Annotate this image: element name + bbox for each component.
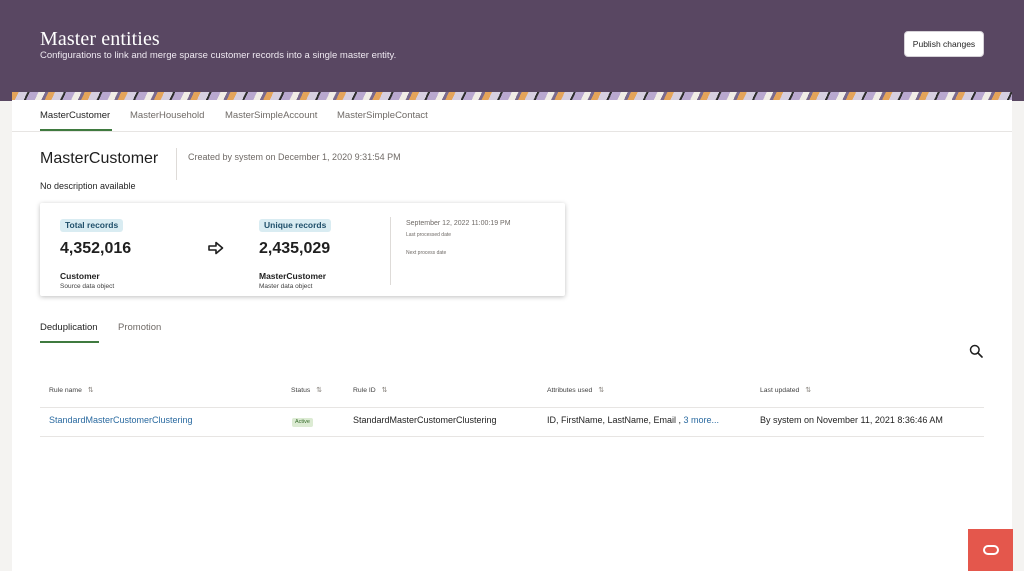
sort-icon[interactable]: ⇅	[88, 387, 94, 394]
sort-icon[interactable]: ⇅	[316, 387, 322, 394]
column-header-label: Rule name	[49, 387, 82, 394]
tab-mastercustomer[interactable]: MasterCustomer	[40, 110, 110, 121]
tab-deduplication[interactable]: Deduplication	[40, 322, 98, 333]
title-divider	[176, 148, 177, 180]
column-header-last-updated[interactable]: Last updated ⇅	[760, 386, 811, 394]
page-subtitle: Configurations to link and merge sparse …	[40, 50, 397, 61]
entity-title: MasterCustomer	[40, 150, 159, 167]
last-updated-cell: By system on November 11, 2021 8:36:46 A…	[760, 415, 943, 425]
stats-divider	[390, 217, 391, 285]
active-subtab-indicator	[40, 341, 99, 343]
arrow-right-icon	[208, 241, 224, 255]
sort-icon[interactable]: ⇅	[382, 387, 388, 394]
column-header-rule-id[interactable]: Rule ID ⇅	[353, 386, 388, 394]
unique-records-badge: Unique records	[259, 219, 332, 232]
master-object-name: MasterCustomer	[259, 271, 327, 281]
active-tab-indicator	[40, 129, 112, 131]
attributes-cell: ID, FirstName, LastName, Email , 3 more.…	[547, 415, 719, 425]
entity-description: No description available	[40, 181, 136, 191]
column-header-label: Last updated	[760, 387, 800, 394]
rule-id-cell: StandardMasterCustomerClustering	[353, 415, 497, 425]
column-header-label: Attributes used	[547, 387, 593, 394]
last-processed-label: Last processed date	[406, 232, 452, 238]
attributes-text: ID, FirstName, LastName, Email ,	[547, 415, 682, 425]
total-records-value: 4,352,016	[60, 240, 132, 257]
source-object-name: Customer	[60, 271, 100, 281]
column-header-rule-name[interactable]: Rule name ⇅	[49, 386, 94, 394]
tab-promotion[interactable]: Promotion	[118, 322, 161, 333]
tab-masterhousehold[interactable]: MasterHousehold	[130, 110, 204, 121]
attributes-more-link[interactable]: 3 more...	[684, 415, 720, 425]
page-title: Master entities	[40, 28, 160, 50]
entity-tabs: MasterCustomer MasterHousehold MasterSim…	[12, 100, 1012, 132]
next-process-label: Next process date	[406, 250, 447, 256]
column-header-attributes[interactable]: Attributes used ⇅	[547, 386, 604, 394]
rule-name-link[interactable]: StandardMasterCustomerClustering	[49, 415, 193, 425]
publish-changes-button[interactable]: Publish changes	[904, 31, 984, 57]
table-row-divider	[40, 436, 984, 437]
total-records-badge: Total records	[60, 219, 124, 232]
search-icon[interactable]	[969, 344, 983, 358]
sort-icon[interactable]: ⇅	[598, 387, 604, 394]
last-processed-date: September 12, 2022 11:00:19 PM	[406, 220, 511, 227]
created-by-text: Created by system on December 1, 2020 9:…	[188, 152, 401, 162]
table-header-divider	[40, 407, 984, 408]
column-header-label: Status	[291, 387, 311, 394]
tab-mastersimplecontact[interactable]: MasterSimpleContact	[337, 110, 428, 121]
tab-mastersimpleaccount[interactable]: MasterSimpleAccount	[225, 110, 317, 121]
master-object-sublabel: Master data object	[259, 283, 313, 290]
oracle-assistant-button[interactable]	[968, 529, 1013, 571]
sort-icon[interactable]: ⇅	[805, 387, 811, 394]
page-header: Master entities Configurations to link a…	[0, 0, 1024, 101]
entity-card: MasterCustomer MasterHousehold MasterSim…	[12, 100, 1012, 571]
column-header-label: Rule ID	[353, 387, 376, 394]
column-header-status[interactable]: Status ⇅	[291, 386, 322, 394]
oracle-o-icon	[982, 545, 999, 555]
stats-card: Total records 4,352,016 Customer Source …	[40, 203, 565, 296]
source-object-sublabel: Source data object	[60, 283, 115, 290]
status-badge: Active	[292, 418, 313, 427]
unique-records-value: 2,435,029	[259, 240, 331, 257]
